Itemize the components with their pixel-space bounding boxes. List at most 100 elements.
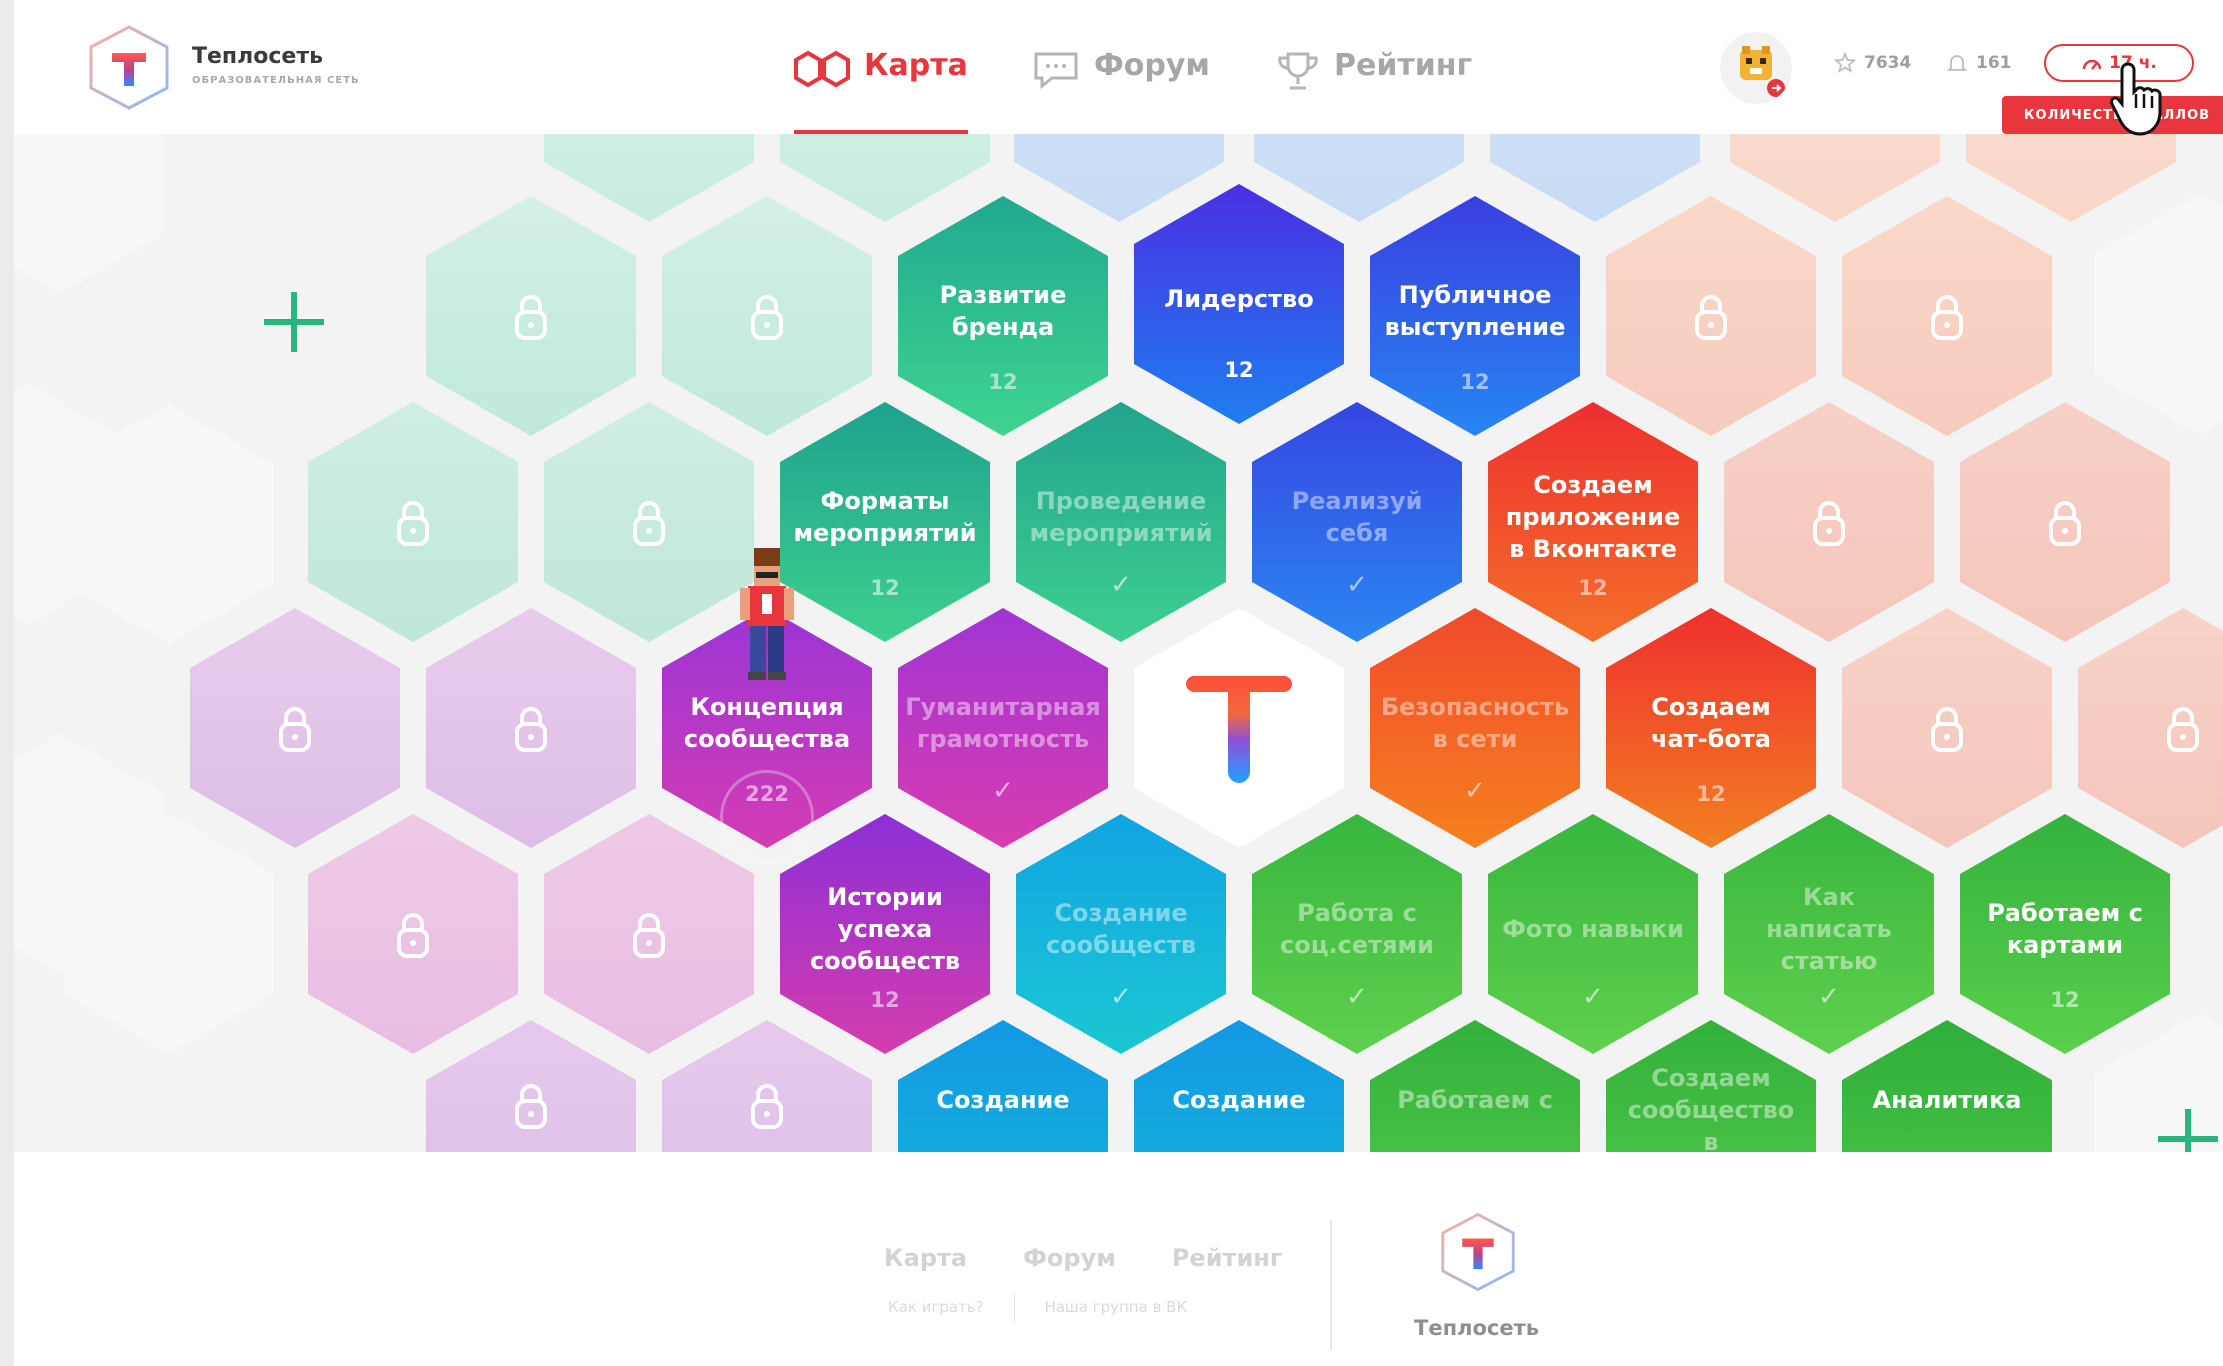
- skill-tile-creation-1[interactable]: Создание: [898, 1020, 1108, 1152]
- skill-tile-count: 12: [870, 988, 900, 1012]
- locked-tile[interactable]: [1842, 608, 2052, 848]
- center-logo-tile[interactable]: [1134, 608, 1344, 848]
- locked-tile[interactable]: [2078, 608, 2223, 848]
- header: Теплосеть ОБРАЗОВАТЕЛЬНАЯ СЕТЬ Карта Фор…: [14, 0, 2223, 136]
- locked-tile[interactable]: [190, 608, 400, 848]
- locked-tile: [1966, 134, 2176, 222]
- skill-map[interactable]: Развитие бренда 12 Лидерство 12 Публично…: [14, 134, 2223, 1152]
- skill-tile-humanitarian[interactable]: Гуманитарная грамотность ✓: [898, 608, 1108, 848]
- skill-tile-maps[interactable]: Работаем с картами 12: [1960, 814, 2170, 1054]
- brand-name: Теплосеть: [192, 44, 323, 69]
- skill-tile-self-realization[interactable]: Реализуй себя ✓: [1252, 402, 1462, 642]
- skill-tile-count: 12: [1578, 576, 1608, 600]
- lock-icon: [2049, 501, 2081, 546]
- skill-tile-article[interactable]: Как написать статью ✓: [1724, 814, 1934, 1054]
- footer-link-forum[interactable]: Форум: [1023, 1244, 1116, 1272]
- skill-tile-photo[interactable]: Фото навыки ✓: [1488, 814, 1698, 1054]
- nav-tab-forum-label: Форум: [1094, 48, 1210, 83]
- skill-tile-label: Концепция сообщества: [683, 693, 851, 753]
- skill-tile-analytics[interactable]: Аналитика: [1842, 1020, 2052, 1152]
- check-icon: ✓: [1582, 982, 1604, 1012]
- skill-tile-public-speaking[interactable]: Публичное выступление 12: [1370, 196, 1580, 436]
- check-icon: ✓: [1346, 982, 1368, 1012]
- check-icon: ✓: [1464, 776, 1486, 806]
- skill-tile-brand[interactable]: Развитие бренда 12: [898, 196, 1108, 436]
- skill-tile-label: Как написать статью: [1766, 883, 1892, 975]
- lock-icon: [633, 913, 665, 958]
- locked-tile[interactable]: [544, 814, 754, 1054]
- locked-tile: [780, 134, 990, 222]
- add-tile-button[interactable]: [2158, 1109, 2218, 1152]
- skill-tile-event-formats[interactable]: Форматы мероприятий 12: [780, 402, 990, 642]
- skill-tile-event-holding[interactable]: Проведение мероприятий ✓: [1016, 402, 1226, 642]
- trophy-icon: [1278, 52, 1318, 90]
- skill-tile-creation-2[interactable]: Создание: [1134, 1020, 1344, 1152]
- locked-tile[interactable]: [662, 1020, 872, 1152]
- locked-tile[interactable]: [426, 196, 636, 436]
- footer-link-map[interactable]: Карта: [884, 1244, 967, 1272]
- lock-icon: [1813, 501, 1845, 546]
- lock-icon: [2167, 707, 2199, 752]
- skill-tile-label: Создаем сообщество в: [1627, 1064, 1795, 1152]
- skill-tile-work-with[interactable]: Работаем с: [1370, 1020, 1580, 1152]
- lock-icon: [751, 295, 783, 340]
- check-icon: ✓: [1110, 570, 1132, 600]
- skill-tile-label: Гуманитарная грамотность: [905, 693, 1101, 753]
- lock-icon: [751, 1084, 783, 1129]
- skill-tile-label: Лидерство: [1164, 285, 1314, 313]
- locked-tile[interactable]: [1842, 196, 2052, 436]
- footer-link-vk-group[interactable]: Наша группа в ВК: [1045, 1298, 1188, 1322]
- locked-tile[interactable]: [1724, 402, 1934, 642]
- logo-icon[interactable]: [88, 25, 170, 110]
- avatar[interactable]: [1720, 32, 1792, 104]
- add-tile-button[interactable]: [264, 292, 324, 352]
- stars-value: 7634: [1864, 53, 1912, 73]
- check-icon: ✓: [992, 776, 1014, 806]
- locked-tile[interactable]: [426, 1020, 636, 1152]
- locked-tile[interactable]: [1606, 196, 1816, 436]
- skill-tile-count: 12: [1460, 370, 1490, 394]
- skill-tile-count: 12: [2050, 988, 2080, 1012]
- speedometer-icon: [2082, 59, 2102, 70]
- locked-tile[interactable]: [1960, 402, 2170, 642]
- locked-tile[interactable]: [544, 402, 754, 642]
- notifications-counter[interactable]: 161: [1946, 52, 2012, 74]
- footer-link-how-to-play[interactable]: Как играть?: [888, 1298, 984, 1322]
- lock-icon: [515, 295, 547, 340]
- locked-tile[interactable]: [426, 608, 636, 848]
- nav-tab-map[interactable]: Карта: [794, 36, 968, 134]
- footer-brand-name: Теплосеть: [1414, 1316, 1540, 1340]
- check-icon: ✓: [1346, 570, 1368, 600]
- locked-tile[interactable]: [308, 402, 518, 642]
- empty-tile: [2094, 194, 2223, 434]
- footer-link-rating[interactable]: Рейтинг: [1172, 1244, 1283, 1272]
- lock-icon: [397, 501, 429, 546]
- skill-tile-leadership[interactable]: Лидерство 12: [1134, 184, 1344, 424]
- locked-tile[interactable]: [662, 196, 872, 436]
- nav-tab-rating[interactable]: Рейтинг: [1276, 36, 1472, 134]
- skill-tile-community-creation[interactable]: Создание сообществ ✓: [1016, 814, 1226, 1054]
- locked-tile: [1014, 134, 1224, 222]
- skill-tile-label: Публичное выступление: [1384, 281, 1566, 341]
- skill-tile-success-stories[interactable]: Истории успеха сообществ 12: [780, 814, 990, 1054]
- lock-icon: [1931, 707, 1963, 752]
- skill-tile-community-in[interactable]: Создаем сообщество в: [1606, 1020, 1816, 1152]
- skill-tile-count: 12: [1696, 782, 1726, 806]
- skill-tile-label: Форматы мероприятий: [793, 487, 977, 547]
- progress-ring: [720, 770, 814, 864]
- skill-tile-count: 12: [1224, 358, 1254, 382]
- skill-tile-chatbot[interactable]: Создаем чат-бота 12: [1606, 608, 1816, 848]
- skill-tile-social-media[interactable]: Работа с соц.сетями ✓: [1252, 814, 1462, 1054]
- footer-sublinks: Как играть? Наша группа в ВК: [888, 1294, 1188, 1322]
- skill-tile-vk-app[interactable]: Создаем приложение в Вконтакте 12: [1488, 402, 1698, 642]
- nav-tab-forum[interactable]: Форум: [1032, 36, 1210, 134]
- nav-tab-rating-label: Рейтинг: [1334, 48, 1473, 83]
- player-character-icon: [740, 548, 794, 680]
- skill-tile-net-safety[interactable]: Безопасность в сети ✓: [1370, 608, 1580, 848]
- skill-tile-label: Создание: [936, 1086, 1070, 1114]
- skill-tile-label: Аналитика: [1872, 1086, 2022, 1114]
- footer: Карта Форум Рейтинг Как играть? Наша гру…: [14, 1152, 2223, 1366]
- locked-tile[interactable]: [308, 814, 518, 1054]
- footer-divider: [1330, 1220, 1332, 1350]
- footer-logo-icon[interactable]: [1440, 1212, 1516, 1292]
